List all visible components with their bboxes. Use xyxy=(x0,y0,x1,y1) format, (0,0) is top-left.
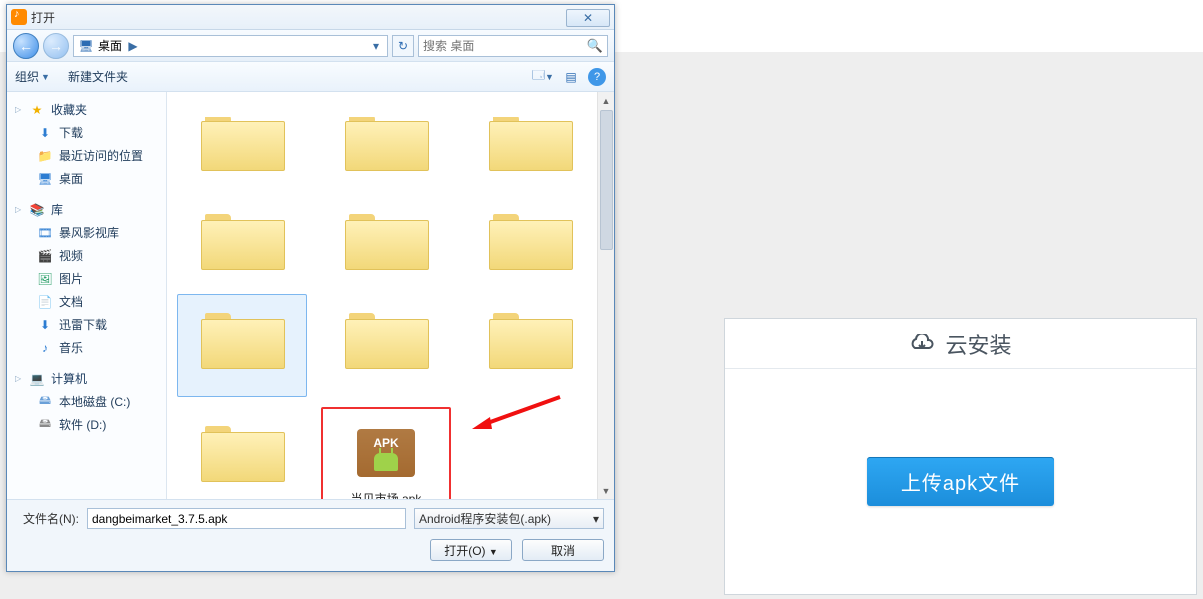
toolbar: 组织 ▼ 新建文件夹 🗔 ▼ ▤ ? xyxy=(7,62,614,92)
nav-bar: ← → 🖥 桌面 ▶ ▾ ↻ 🔍 xyxy=(7,30,614,62)
sidebar: ▷ ★ 收藏夹 ⬇ 下载 📁 最近访问的位置 🖥 桌面 xyxy=(7,92,167,499)
filename-label: 文件名(N): xyxy=(17,510,79,527)
new-folder-button[interactable]: 新建文件夹 xyxy=(68,68,128,85)
scroll-down-icon[interactable]: ▼ xyxy=(598,482,614,499)
video-icon: 🎬 xyxy=(37,248,53,264)
search-icon: 🔍 xyxy=(587,38,603,54)
scroll-up-icon[interactable]: ▲ xyxy=(598,92,614,109)
folder-icon: 📁 xyxy=(37,148,53,164)
app-icon xyxy=(11,9,27,25)
libraries-icon: 📚 xyxy=(29,202,45,218)
dialog-title: 打开 xyxy=(31,9,55,26)
desktop-icon: 🖥 xyxy=(78,38,94,54)
cloud-header: 云安装 xyxy=(725,319,1196,369)
chevron-right-icon: ▶ xyxy=(126,39,140,53)
view-icon: 🗔 xyxy=(532,66,545,87)
sidebar-item-music[interactable]: ♪音乐 xyxy=(33,336,166,359)
desktop-icon: 🖥 xyxy=(37,171,53,187)
preview-pane-button[interactable]: ▤ xyxy=(560,67,582,87)
open-file-dialog: 打开 ✕ ← → 🖥 桌面 ▶ ▾ ↻ 🔍 组织 xyxy=(6,4,615,572)
drive-icon: 🖴 xyxy=(37,394,53,410)
search-box[interactable]: 🔍 xyxy=(418,35,608,57)
drive-icon: 🖴 xyxy=(37,417,53,433)
open-button[interactable]: 打开(O) ▼ xyxy=(430,539,512,561)
sidebar-item-xunlei[interactable]: ⬇迅雷下载 xyxy=(33,313,166,336)
dialog-titlebar: 打开 ✕ xyxy=(7,5,614,30)
download-icon: ⬇ xyxy=(37,317,53,333)
file-label: 当贝市场.apk xyxy=(351,490,422,499)
filename-input[interactable] xyxy=(87,508,406,529)
sidebar-item-documents[interactable]: 📄文档 xyxy=(33,290,166,313)
list-item[interactable] xyxy=(321,294,451,397)
help-icon: ? xyxy=(594,71,600,83)
tri-icon: ▷ xyxy=(15,205,23,214)
view-mode-button[interactable]: 🗔 ▼ xyxy=(532,67,554,87)
list-item[interactable] xyxy=(177,407,307,499)
arrow-right-icon: → xyxy=(49,38,63,54)
film-icon: 🎞 xyxy=(37,225,53,241)
sidebar-item-drive-d[interactable]: 🖴软件 (D:) xyxy=(33,413,166,436)
preview-icon: ▤ xyxy=(565,70,576,84)
refresh-icon: ↻ xyxy=(398,39,408,53)
cloud-title: 云安装 xyxy=(945,328,1011,360)
sidebar-item-drive-c[interactable]: 🖴本地磁盘 (C:) xyxy=(33,390,166,413)
sidebar-item-videos[interactable]: 🎬视频 xyxy=(33,244,166,267)
sidebar-group-libraries[interactable]: ▷ 📚 库 xyxy=(7,198,166,221)
help-button[interactable]: ? xyxy=(588,68,606,86)
sidebar-item-desktop[interactable]: 🖥 桌面 xyxy=(33,167,166,190)
tri-icon: ▷ xyxy=(15,374,23,383)
sidebar-group-favorites[interactable]: ▷ ★ 收藏夹 xyxy=(7,98,166,121)
scrollbar[interactable]: ▲ ▼ xyxy=(597,92,614,499)
nav-back-button[interactable]: ← xyxy=(13,33,39,59)
breadcrumb-label: 桌面 xyxy=(98,37,122,54)
file-pane: APK 当贝市场.apk ▲ ▼ xyxy=(167,92,614,499)
sidebar-item-pictures[interactable]: 🖼图片 xyxy=(33,267,166,290)
chevron-down-icon[interactable]: ▾ xyxy=(369,39,383,53)
chevron-down-icon: ▼ xyxy=(41,72,50,82)
sidebar-item-recent[interactable]: 📁 最近访问的位置 xyxy=(33,144,166,167)
breadcrumb[interactable]: 🖥 桌面 ▶ ▾ xyxy=(73,35,388,57)
list-item[interactable] xyxy=(321,195,451,284)
tri-icon: ▷ xyxy=(15,105,23,114)
chevron-down-icon: ▾ xyxy=(593,512,599,526)
refresh-button[interactable]: ↻ xyxy=(392,35,414,57)
filetype-select[interactable]: Android程序安装包(.apk) ▾ xyxy=(414,508,604,529)
cancel-button[interactable]: 取消 xyxy=(522,539,604,561)
chevron-down-icon: ▼ xyxy=(545,72,554,82)
list-item[interactable] xyxy=(465,294,595,397)
image-icon: 🖼 xyxy=(37,271,53,287)
cloud-download-icon xyxy=(909,334,935,354)
arrow-left-icon: ← xyxy=(19,38,33,54)
star-icon: ★ xyxy=(29,102,45,118)
list-item[interactable] xyxy=(177,294,307,397)
list-item[interactable] xyxy=(177,96,307,185)
list-item[interactable] xyxy=(465,195,595,284)
search-input[interactable] xyxy=(423,39,587,53)
dialog-footer: 文件名(N): Android程序安装包(.apk) ▾ 打开(O) ▼ 取消 xyxy=(7,499,614,571)
cloud-install-panel: 云安装 上传apk文件 xyxy=(724,318,1197,595)
close-icon: ✕ xyxy=(583,11,593,25)
file-item-apk[interactable]: APK 当贝市场.apk xyxy=(321,407,451,499)
music-icon: ♪ xyxy=(37,340,53,356)
computer-icon: 💻 xyxy=(29,371,45,387)
organize-button[interactable]: 组织 ▼ xyxy=(15,68,50,85)
sidebar-item-downloads[interactable]: ⬇ 下载 xyxy=(33,121,166,144)
nav-forward-button[interactable]: → xyxy=(43,33,69,59)
doc-icon: 📄 xyxy=(37,294,53,310)
scroll-thumb[interactable] xyxy=(600,110,613,250)
sidebar-item-baofeng[interactable]: 🎞暴风影视库 xyxy=(33,221,166,244)
upload-apk-button[interactable]: 上传apk文件 xyxy=(867,457,1054,506)
list-item[interactable] xyxy=(465,96,595,185)
list-item[interactable] xyxy=(321,96,451,185)
list-item[interactable] xyxy=(177,195,307,284)
apk-icon: APK xyxy=(357,429,415,477)
close-button[interactable]: ✕ xyxy=(566,9,610,27)
download-icon: ⬇ xyxy=(37,125,53,141)
sidebar-group-computer[interactable]: ▷ 💻 计算机 xyxy=(7,367,166,390)
